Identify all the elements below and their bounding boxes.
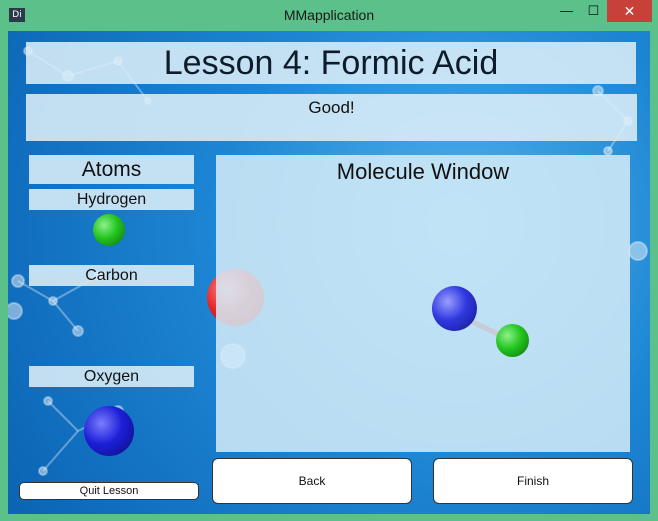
feedback-message: Good! <box>26 94 637 141</box>
hydrogen-atom-source[interactable] <box>93 214 125 246</box>
carbon-atom-source[interactable] <box>84 406 134 456</box>
back-button[interactable]: Back <box>212 458 412 504</box>
placed-carbon-atom[interactable] <box>432 286 477 331</box>
title-bar[interactable]: Di MMapplication — ☐ ✕ <box>0 0 658 31</box>
minimize-button[interactable]: — <box>553 0 580 22</box>
quit-lesson-button[interactable]: Quit Lesson <box>19 482 199 500</box>
atom-label-carbon: Carbon <box>29 265 194 286</box>
placed-hydrogen-atom[interactable] <box>496 324 529 357</box>
finish-button[interactable]: Finish <box>433 458 633 504</box>
close-button[interactable]: ✕ <box>607 0 652 22</box>
molecule-canvas <box>444 306 508 341</box>
atoms-heading: Atoms <box>29 155 194 184</box>
atom-label-oxygen: Oxygen <box>29 366 194 387</box>
atom-label-hydrogen: Hydrogen <box>29 189 194 210</box>
app-client-area: Lesson 4: Formic Acid Good! Atoms Hydrog… <box>8 31 650 514</box>
lesson-title: Lesson 4: Formic Acid <box>26 42 636 84</box>
molecule-window[interactable]: Molecule Window <box>216 155 630 452</box>
maximize-button[interactable]: ☐ <box>580 0 607 22</box>
app-window: Di MMapplication — ☐ ✕ Lesson 4: Formic … <box>0 0 658 521</box>
